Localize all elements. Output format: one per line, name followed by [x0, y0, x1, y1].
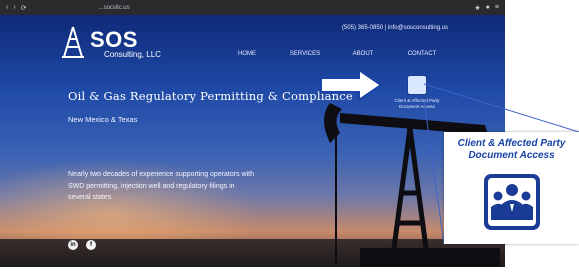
portal-link-label: Client & Affected Party Document Access	[394, 98, 440, 109]
back-icon[interactable]: ‹	[6, 4, 8, 12]
logo-sub: Consulting, LLC	[104, 50, 161, 59]
people-group-icon	[484, 174, 540, 230]
profile-icon[interactable]: ●	[486, 4, 490, 12]
portal-callout[interactable]: Client & Affected Party Document Access	[444, 132, 579, 244]
hero-subtitle: New Mexico & Texas	[68, 115, 138, 124]
website-hero: SOS Consulting, LLC (505) 365-0850 | inf…	[0, 15, 505, 267]
arrow-icon	[320, 68, 383, 102]
portal-link[interactable]: Client & Affected Party Document Access	[392, 75, 442, 109]
browser-actions: ★ ● ≡	[474, 4, 499, 12]
site-nav: HOME SERVICES ABOUT CONTACT	[218, 51, 452, 57]
logo-name: SOS	[90, 27, 138, 52]
menu-icon[interactable]: ≡	[495, 4, 499, 12]
site-logo[interactable]: SOS Consulting, LLC	[58, 25, 161, 59]
browser-nav: ‹ › ⟳	[6, 4, 27, 12]
contact-info[interactable]: (505) 365-0850 | info@sosconsulting.us	[342, 25, 448, 31]
extension-icon[interactable]: ★	[474, 4, 480, 12]
nav-services[interactable]: SERVICES	[276, 51, 334, 57]
nav-contact[interactable]: CONTACT	[392, 51, 452, 57]
people-group-icon	[407, 75, 427, 95]
forward-icon[interactable]: ›	[13, 4, 15, 12]
reload-icon[interactable]: ⟳	[21, 4, 27, 12]
browser-toolbar: ‹ › ⟳ ...socsllc.us ★ ● ≡	[0, 0, 505, 15]
nav-about[interactable]: ABOUT	[334, 51, 392, 57]
derrick-icon	[62, 26, 84, 58]
social-links: in f	[68, 240, 96, 250]
linkedin-icon[interactable]: in	[68, 240, 78, 250]
callout-title: Client & Affected Party Document Access	[457, 138, 566, 161]
hero-body: Nearly two decades of experience support…	[68, 171, 254, 201]
address-bar[interactable]: ...socsllc.us	[99, 5, 130, 11]
nav-home[interactable]: HOME	[218, 51, 276, 57]
facebook-icon[interactable]: f	[86, 240, 96, 250]
